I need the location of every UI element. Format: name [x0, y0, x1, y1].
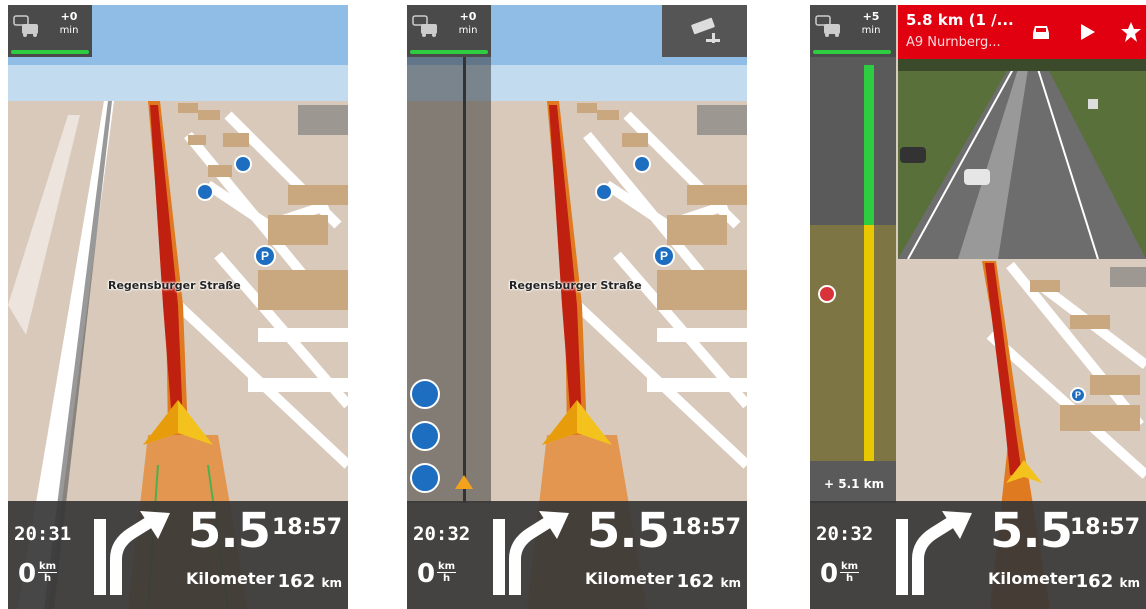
turn-right-arrow-icon [94, 511, 170, 595]
next-maneuver-unit: Kilometer [186, 569, 275, 588]
traffic-info-button[interactable]: +0 min [8, 5, 92, 57]
position-marker-icon [455, 475, 473, 489]
arrival-time: 18:57 [670, 515, 741, 540]
traffic-jam-icon [815, 15, 840, 37]
fuel-station-icon[interactable] [410, 421, 440, 451]
nav-screen-2: P Regensburger Straße +0 min 20:32 0 km … [407, 5, 747, 609]
traffic-delay-unit: min [59, 25, 79, 36]
traffic-status-bar [813, 50, 891, 54]
traffic-jam-sidebar[interactable]: + 5.1 km [810, 57, 896, 503]
fuel-station-icon[interactable] [595, 183, 613, 201]
car-icon[interactable] [1030, 21, 1052, 43]
jam-length-label: + 5.1 km [824, 477, 885, 491]
route-progress-track [463, 57, 466, 503]
speed-unit: km h [437, 561, 457, 584]
traffic-delay-unit: min [458, 25, 478, 36]
traffic-info-button[interactable]: +5 min [810, 5, 896, 57]
traffic-delay-value: +0 [60, 10, 78, 23]
guidance-panel[interactable]: 20:32 0 km h 5.5 Kilometer 18:57 162 km [810, 501, 1146, 609]
arrival-time: 18:57 [271, 515, 342, 540]
fuel-station-icon[interactable] [410, 379, 440, 409]
nav-screen-3: P + 5.1 km +5 min 5.8 km (1 /... A9 Nurn… [810, 5, 1146, 609]
traffic-delay-value: +0 [459, 10, 477, 23]
turn-right-arrow-icon [896, 511, 972, 595]
remaining-distance: 162 km [676, 571, 741, 592]
traffic-delay-unit: min [861, 25, 881, 36]
remaining-distance: 162 km [1075, 571, 1140, 592]
current-speed: 0 [18, 559, 37, 589]
fuel-station-icon[interactable] [633, 155, 651, 173]
fuel-station-icon[interactable] [234, 155, 252, 173]
traffic-jam-icon [13, 15, 38, 37]
traffic-status-bar [11, 50, 89, 54]
current-time: 20:32 [413, 523, 471, 545]
star-icon[interactable] [1120, 21, 1142, 43]
current-speed: 0 [820, 559, 839, 589]
next-maneuver-distance: 5.5 [990, 503, 1073, 559]
current-speed: 0 [417, 559, 436, 589]
parking-icon[interactable]: P [254, 245, 276, 267]
traffic-status-bar [410, 50, 488, 54]
traffic-info-button[interactable]: +0 min [407, 5, 491, 57]
traffic-event-road: A9 Nurnberg... [906, 35, 1001, 50]
traffic-camera-image[interactable] [898, 59, 1146, 259]
guidance-panel[interactable]: 20:31 0 km h 5.5 Kilometer 18:57 162 km [8, 501, 348, 609]
route-poi-sidebar[interactable] [407, 57, 491, 503]
next-maneuver-unit: Kilometer [585, 569, 674, 588]
next-maneuver-unit: Kilometer [988, 569, 1077, 588]
speed-unit: km h [840, 561, 860, 584]
speed-unit: km h [38, 561, 58, 584]
play-icon[interactable] [1076, 21, 1098, 43]
nav-screen-1: P Regensburger Straße +0 min 20:31 0 km … [8, 5, 348, 609]
remaining-distance: 162 km [277, 571, 342, 592]
speed-camera-icon [691, 17, 720, 43]
traffic-jam-overlay [810, 225, 896, 461]
traffic-delay-value: +5 [862, 10, 880, 23]
traffic-event-header[interactable]: 5.8 km (1 /... A9 Nurnberg... [898, 5, 1146, 59]
turn-right-arrow-icon [493, 511, 569, 595]
current-time: 20:31 [14, 523, 72, 545]
next-maneuver-distance: 5.5 [587, 503, 670, 559]
traffic-jam-icon [412, 15, 437, 37]
parking-icon[interactable]: P [1070, 387, 1086, 403]
speed-camera-icon[interactable] [818, 285, 836, 303]
street-label: Regensburger Straße [108, 279, 241, 292]
fuel-station-icon[interactable] [410, 463, 440, 493]
next-maneuver-distance: 5.5 [188, 503, 271, 559]
current-time: 20:32 [816, 523, 874, 545]
street-label: Regensburger Straße [509, 279, 642, 292]
guidance-panel[interactable]: 20:32 0 km h 5.5 Kilometer 18:57 162 km [407, 501, 747, 609]
arrival-time: 18:57 [1069, 515, 1140, 540]
speed-camera-button[interactable] [662, 5, 747, 57]
traffic-event-title: 5.8 km (1 /... [906, 11, 1014, 29]
fuel-station-icon[interactable] [196, 183, 214, 201]
traffic-free-segment [864, 65, 874, 225]
parking-icon[interactable]: P [653, 245, 675, 267]
